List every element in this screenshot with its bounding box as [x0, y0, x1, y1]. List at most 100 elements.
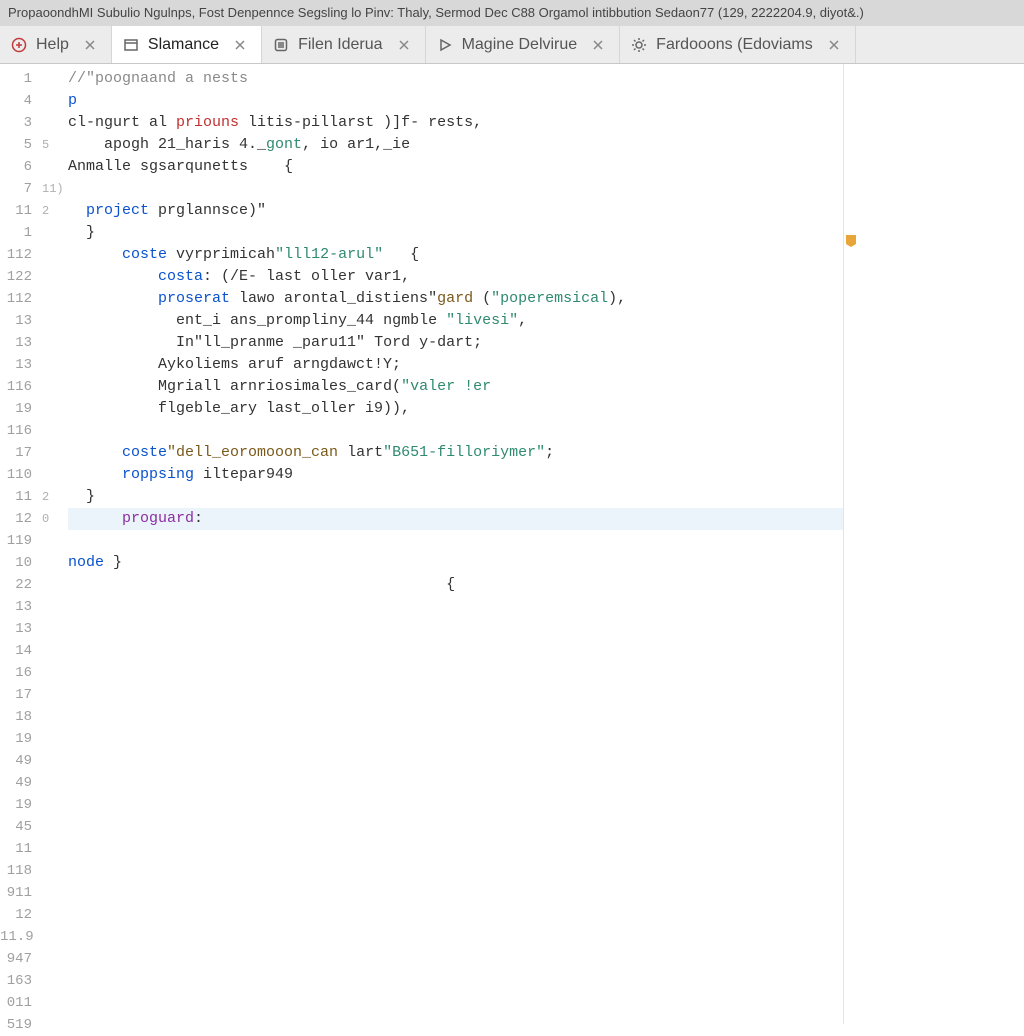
line-number: 14: [0, 640, 32, 662]
fold-mark: [42, 530, 62, 552]
code-line[interactable]: [68, 794, 843, 816]
code-line[interactable]: coste vyrprimicah"lll12-arul" {: [68, 244, 843, 266]
code-line[interactable]: roppsing iltepar949: [68, 464, 843, 486]
code-line[interactable]: node }: [68, 552, 843, 574]
close-icon[interactable]: [397, 38, 411, 52]
play-icon: [436, 36, 454, 54]
line-number: 119: [0, 530, 32, 552]
tab-3[interactable]: Magine Delvirue: [426, 26, 621, 63]
window-title: PropaoondhMI Subulio Ngulnps, Fost Denpe…: [0, 0, 1024, 26]
line-number: 110: [0, 464, 32, 486]
code-line[interactable]: [68, 816, 843, 838]
line-number: 3: [0, 112, 32, 134]
code-line[interactable]: Mgriall arnriosimales_card("valer !er: [68, 376, 843, 398]
code-line[interactable]: }: [68, 222, 843, 244]
fold-mark: [42, 706, 62, 728]
code-line[interactable]: [68, 684, 843, 706]
fold-mark: 2: [42, 486, 62, 508]
fold-mark: [42, 332, 62, 354]
fold-mark: [42, 112, 62, 134]
code-line[interactable]: [68, 178, 843, 200]
fold-mark: [42, 992, 62, 1014]
code-line[interactable]: [68, 596, 843, 618]
code-line[interactable]: [68, 662, 843, 684]
tab-1[interactable]: Slamance: [112, 26, 262, 63]
line-number: 19: [0, 728, 32, 750]
fold-mark: [42, 68, 62, 90]
code-line[interactable]: [68, 772, 843, 794]
code-line[interactable]: [68, 750, 843, 772]
code-line[interactable]: [68, 706, 843, 728]
tab-4[interactable]: Fardooons (Edoviams: [620, 26, 856, 63]
tab-label: Magine Delvirue: [462, 36, 578, 54]
code-line[interactable]: [68, 618, 843, 640]
code-viewport[interactable]: //"poognaand a nestspcl-ngurt al priouns…: [64, 64, 844, 1024]
code-line[interactable]: [68, 530, 843, 552]
fold-mark: [42, 948, 62, 970]
code-line[interactable]: proguard:: [68, 508, 843, 530]
code-line[interactable]: [68, 882, 843, 904]
code-line[interactable]: proserat lawo arontal_distiens"gard ("po…: [68, 288, 843, 310]
fold-mark: [42, 420, 62, 442]
code-line[interactable]: apogh 21_haris 4._gont, io ar1,_ie: [68, 134, 843, 156]
fold-mark: [42, 728, 62, 750]
line-number: 11.9: [0, 926, 32, 948]
code-line[interactable]: [68, 992, 843, 1014]
fold-mark: [42, 772, 62, 794]
warning-marker-icon[interactable]: [846, 234, 856, 246]
code-line[interactable]: [68, 420, 843, 442]
tab-0[interactable]: Help: [0, 26, 112, 63]
line-number: 22: [0, 574, 32, 596]
fold-mark: [42, 684, 62, 706]
code-line[interactable]: Aykoliems aruf arngdawct!Y;: [68, 354, 843, 376]
line-number: 011: [0, 992, 32, 1014]
fold-mark: [42, 310, 62, 332]
code-line[interactable]: p: [68, 90, 843, 112]
code-line[interactable]: Anmalle sgsarqunetts {: [68, 156, 843, 178]
line-number: 45: [0, 816, 32, 838]
tab-bar: Help Slamance Filen Iderua Magine Delvirue F…: [0, 26, 1024, 64]
line-number: 49: [0, 750, 32, 772]
fold-mark: [42, 552, 62, 574]
fold-mark: [42, 970, 62, 992]
tab-label: Filen Iderua: [298, 36, 383, 54]
line-number: 18: [0, 706, 32, 728]
line-number: 116: [0, 420, 32, 442]
close-icon[interactable]: [83, 38, 97, 52]
line-number: 118: [0, 860, 32, 882]
line-number: 4: [0, 90, 32, 112]
code-line[interactable]: [68, 904, 843, 926]
code-line[interactable]: flgeble_ary last_oller i9)),: [68, 398, 843, 420]
close-icon[interactable]: [591, 38, 605, 52]
code-line[interactable]: [68, 860, 843, 882]
tab-2[interactable]: Filen Iderua: [262, 26, 426, 63]
tab-label: Help: [36, 36, 69, 54]
code-line[interactable]: [68, 948, 843, 970]
overview-ruler[interactable]: [844, 64, 1024, 1024]
fold-gutter: 511)220: [40, 64, 64, 1024]
code-line[interactable]: {: [68, 574, 843, 596]
close-icon[interactable]: [827, 38, 841, 52]
fold-mark: [42, 640, 62, 662]
code-line[interactable]: }: [68, 486, 843, 508]
code-line[interactable]: In"ll_pranme _paru11" Tord y-dart;: [68, 332, 843, 354]
code-line[interactable]: [68, 728, 843, 750]
line-number: 112: [0, 288, 32, 310]
code-line[interactable]: [68, 1014, 843, 1036]
code-line[interactable]: //"poognaand a nests: [68, 68, 843, 90]
code-line[interactable]: [68, 838, 843, 860]
code-line[interactable]: ent_i ans_prompliny_44 ngmble "livesi",: [68, 310, 843, 332]
line-number: 11: [0, 486, 32, 508]
code-line[interactable]: coste"dell_eoromooon_can lart"B651-fillo…: [68, 442, 843, 464]
close-icon[interactable]: [233, 38, 247, 52]
code-line[interactable]: [68, 926, 843, 948]
fold-mark: [42, 794, 62, 816]
code-line[interactable]: project prglannsce)": [68, 200, 843, 222]
code-line[interactable]: [68, 640, 843, 662]
fold-mark: 5: [42, 134, 62, 156]
code-line[interactable]: costa: (/E- last oller var1,: [68, 266, 843, 288]
code-line[interactable]: cl-ngurt al priouns litis-pillarst )]f- …: [68, 112, 843, 134]
app-icon: [272, 36, 290, 54]
code-line[interactable]: [68, 970, 843, 992]
line-number: 19: [0, 398, 32, 420]
